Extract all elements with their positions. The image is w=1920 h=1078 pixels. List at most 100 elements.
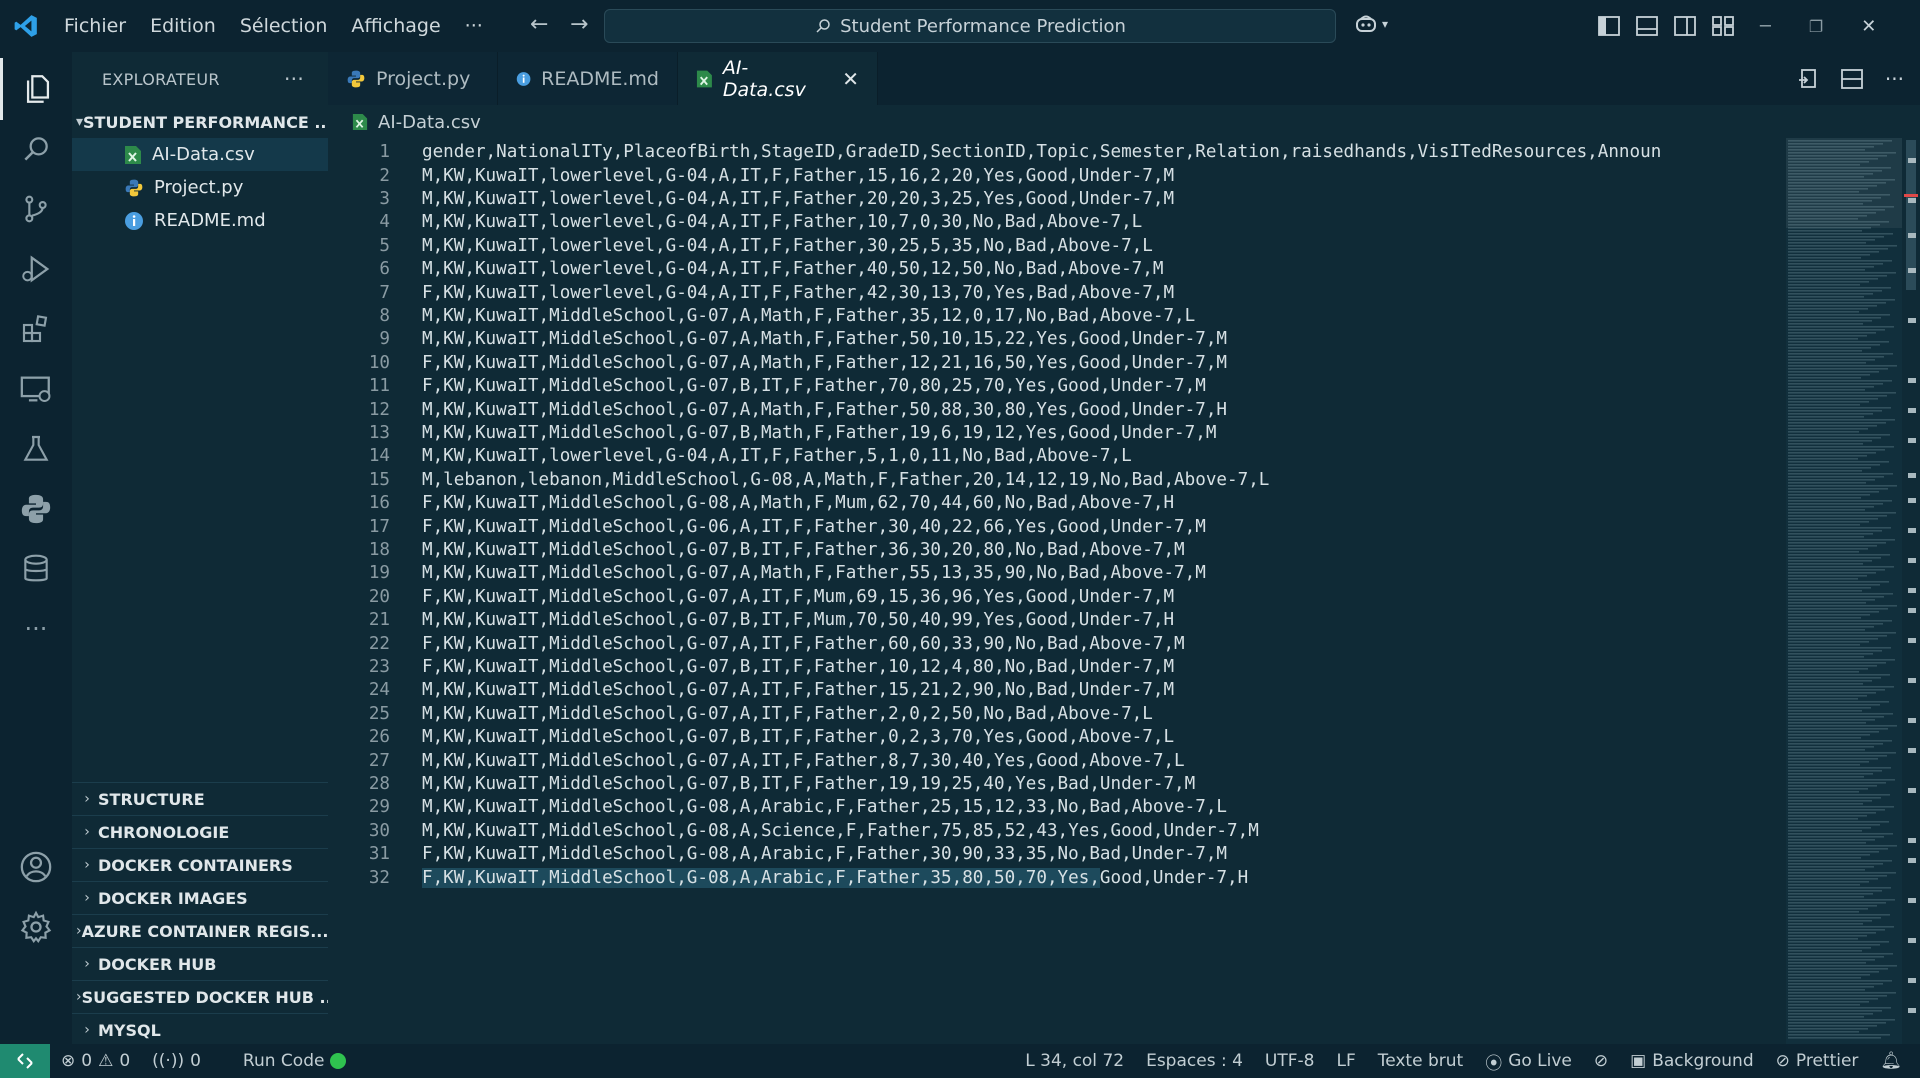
explorer-more-icon[interactable]: ··· — [284, 67, 304, 91]
minimap-line — [1788, 377, 1861, 379]
section-chronologie[interactable]: › CHRONOLOGIE — [72, 815, 328, 848]
forward-arrow-icon[interactable]: → — [560, 12, 598, 37]
line-text: M,KW,KuwaIT,MiddleSchool,G-07,A,IT,F,Fat… — [422, 703, 1153, 724]
search-activity[interactable] — [0, 118, 72, 180]
minimap[interactable] — [1786, 138, 1902, 1044]
file-item-ai-data[interactable]: AI-Data.csv — [72, 138, 328, 171]
project-folder-header[interactable]: ▾ STUDENT PERFORMANCE ... — [72, 106, 328, 138]
line-number: 1 — [379, 142, 390, 163]
minimap-line — [1788, 752, 1896, 754]
line-number: 30 — [368, 820, 390, 841]
section-docker-images[interactable]: › DOCKER IMAGES — [72, 881, 328, 914]
menu-affichage[interactable]: Affichage — [339, 15, 452, 37]
section-structure[interactable]: › STRUCTURE — [72, 782, 328, 815]
minimap-line — [1788, 869, 1865, 871]
minimap-line — [1788, 611, 1879, 613]
notifications-bell-icon[interactable]: 🔔︎ — [1869, 1051, 1920, 1071]
toggle-primary-sidebar-icon[interactable] — [1598, 16, 1620, 36]
minimap-line — [1788, 986, 1874, 988]
section-docker-containers[interactable]: › DOCKER CONTAINERS — [72, 848, 328, 881]
command-center-search[interactable]: Student Performance Prediction — [604, 9, 1336, 43]
scrollbar-mark — [1908, 1008, 1916, 1013]
minimize-icon[interactable]: ─ — [1760, 16, 1771, 37]
minimap-line — [1788, 1025, 1877, 1027]
python-activity[interactable] — [0, 478, 72, 540]
tab-project-py[interactable]: Project.py — [328, 52, 498, 105]
minimap-line — [1788, 440, 1872, 442]
section-mysql[interactable]: › MYSQL — [72, 1013, 328, 1046]
line-text: M,KW,KuwaIT,MiddleSchool,G-07,B,IT,F,Fat… — [422, 774, 1196, 795]
minimap-line — [1788, 353, 1893, 355]
accounts-activity[interactable] — [0, 836, 72, 898]
minimap-line — [1788, 992, 1896, 994]
problems-indicator[interactable]: ⊗ 0 ⚠ 0 — [50, 1051, 141, 1071]
open-preview-icon[interactable] — [1797, 68, 1819, 90]
run-code-button[interactable]: Run Code — [232, 1051, 358, 1071]
minimap-line — [1788, 944, 1880, 946]
section-docker-hub[interactable]: › DOCKER HUB — [72, 947, 328, 980]
explorer-activity[interactable] — [0, 58, 72, 120]
code-editor[interactable]: 1 gender,NationalITy,PlaceofBirth,StageID… — [328, 138, 1780, 1044]
encoding[interactable]: UTF-8 — [1254, 1051, 1326, 1071]
toggle-secondary-sidebar-icon[interactable] — [1674, 16, 1696, 36]
copilot-menu[interactable]: ▾ — [1354, 12, 1388, 36]
prettier-button[interactable]: ⊘ Prettier — [1765, 1051, 1870, 1071]
menu-selection[interactable]: Sélection — [228, 15, 340, 37]
minimap-line — [1788, 851, 1879, 853]
vertical-scrollbar[interactable] — [1902, 138, 1920, 1044]
minimap-line — [1788, 467, 1871, 469]
file-item-readme[interactable]: README.md — [72, 204, 328, 237]
file-item-project-py[interactable]: Project.py — [72, 171, 328, 204]
minimap-line — [1788, 236, 1884, 238]
section-azure-registry[interactable]: › AZURE CONTAINER REGIS... — [72, 914, 328, 947]
menu-fichier[interactable]: Fichier — [52, 15, 138, 37]
testing-activity[interactable] — [0, 418, 72, 480]
minimap-line — [1788, 800, 1872, 802]
extensions-activity[interactable] — [0, 298, 72, 360]
database-activity[interactable] — [0, 538, 72, 600]
ports-indicator[interactable]: ((·)) 0 — [141, 1051, 212, 1071]
window-close-icon[interactable]: ✕ — [1861, 16, 1876, 37]
toggle-panel-icon[interactable] — [1636, 16, 1658, 36]
line-number: 16 — [368, 493, 390, 514]
customize-layout-icon[interactable] — [1712, 16, 1734, 36]
cursor-position[interactable]: L 34, col 72 — [1014, 1051, 1135, 1071]
line-number: 23 — [368, 657, 390, 678]
settings-activity[interactable] — [0, 896, 72, 958]
minimap-line — [1788, 584, 1880, 586]
minimap-line — [1788, 701, 1889, 703]
minimap-line — [1788, 506, 1874, 508]
more-activities-icon[interactable]: ··· — [0, 598, 72, 660]
minimap-line — [1788, 257, 1861, 259]
indentation[interactable]: Espaces : 4 — [1135, 1051, 1254, 1071]
line-number: 10 — [368, 352, 390, 373]
language-mode[interactable]: Texte brut — [1367, 1051, 1474, 1071]
menu-more[interactable]: ··· — [453, 15, 495, 37]
tab-close-icon[interactable]: ✕ — [842, 67, 859, 91]
back-arrow-icon[interactable]: ← — [520, 12, 558, 37]
breadcrumb[interactable]: AI-Data.csv — [352, 108, 481, 136]
restore-icon[interactable]: ❐ — [1809, 17, 1823, 36]
split-editor-icon[interactable] — [1841, 68, 1863, 89]
go-live-button[interactable]: ⦿ Go Live — [1474, 1049, 1583, 1074]
run-status-dot-icon — [330, 1053, 347, 1069]
background-button[interactable]: ▣ Background — [1619, 1051, 1764, 1071]
remote-explorer-activity[interactable] — [0, 358, 72, 420]
tab-ai-data[interactable]: AI-Data.csv ✕ — [678, 52, 878, 105]
minimap-line — [1788, 431, 1859, 433]
minimap-line — [1788, 776, 1864, 778]
code-line[interactable]: 32 F,KW,KuwaIT,MiddleSchool,G-08,A,Arabic… — [328, 863, 1780, 892]
more-actions-icon[interactable]: ··· — [1885, 67, 1904, 91]
minimap-line — [1788, 323, 1863, 325]
source-control-activity[interactable] — [0, 178, 72, 240]
section-suggested-docker-hub[interactable]: › SUGGESTED DOCKER HUB ... — [72, 980, 328, 1013]
minimap-line — [1788, 641, 1869, 643]
copilot-status[interactable]: ⊘ — [1583, 1051, 1619, 1071]
end-of-line[interactable]: LF — [1325, 1051, 1366, 1071]
remote-indicator[interactable] — [0, 1044, 50, 1078]
minimap-line — [1788, 482, 1866, 484]
tab-readme[interactable]: README.md — [498, 52, 678, 105]
minimap-line — [1788, 815, 1867, 817]
run-debug-activity[interactable] — [0, 238, 72, 300]
menu-edition[interactable]: Edition — [138, 15, 228, 37]
